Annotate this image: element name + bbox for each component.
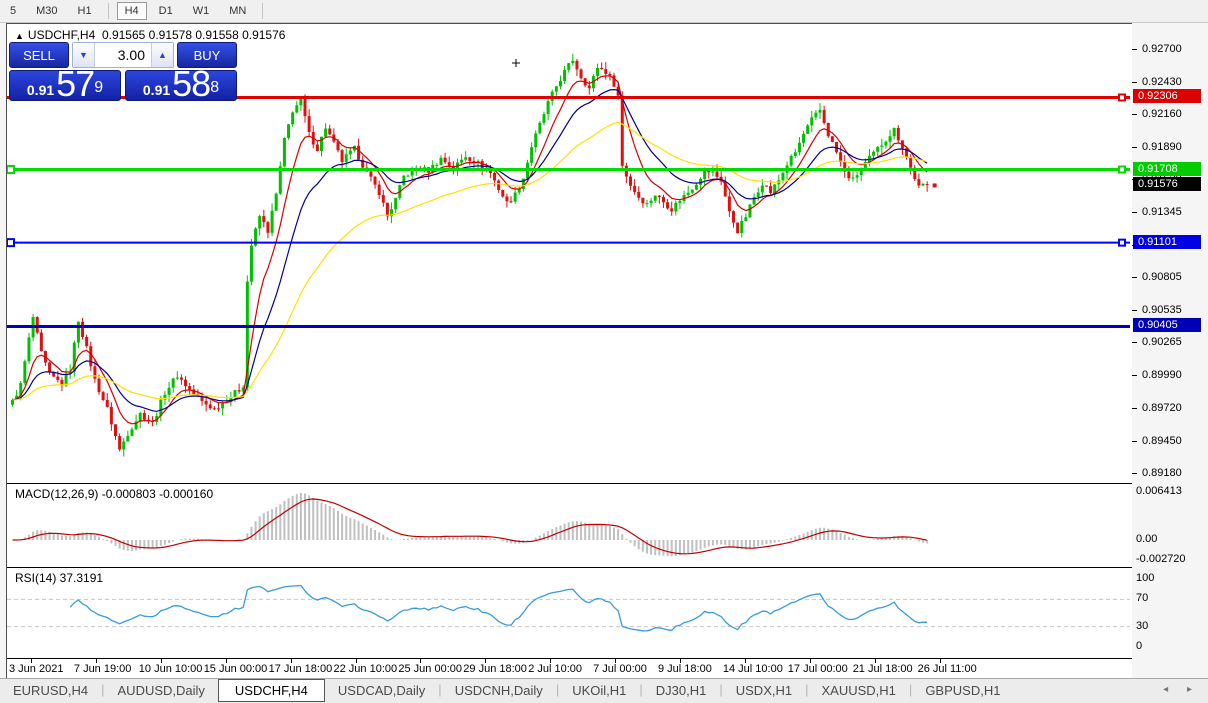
buy-price-prefix: 0.91 <box>143 81 170 99</box>
rsi-panel[interactable]: RSI(14) 37.3191 <box>7 568 1132 659</box>
symbol-label: USDCHF,H4 <box>28 28 95 42</box>
macd-axis-label: -0.002720 <box>1136 553 1186 565</box>
time-label: 7 Jun 19:00 <box>74 663 132 675</box>
volume-increase-icon[interactable]: ▲ <box>151 43 173 67</box>
price-tick-label: 0.92430 <box>1142 76 1182 88</box>
mt-terminal-window: 5M30 H1 H4D1W1MN ▲ USDCHF,H4 0.91565 0.9157… <box>0 0 1208 703</box>
tab-dj30-h1[interactable]: DJ30,H1 <box>643 680 720 701</box>
sell-price-big: 57 <box>56 69 94 99</box>
price-tick <box>1132 408 1137 409</box>
time-label: 15 Jun 00:00 <box>204 663 268 675</box>
price-tick-label: 0.89990 <box>1142 369 1182 381</box>
time-label: 17 Jun 18:00 <box>269 663 333 675</box>
price-tick-label: 0.90265 <box>1142 336 1182 348</box>
price-tick-label: 0.89720 <box>1142 402 1182 414</box>
sell-price-prefix: 0.91 <box>27 81 54 99</box>
buy-price-display[interactable]: 0.91 58 8 <box>125 70 237 101</box>
time-label: 14 Jul 10:00 <box>723 663 783 675</box>
macd-axis-label: 0.006413 <box>1136 485 1182 497</box>
rsi-axis-label: 30 <box>1136 620 1148 632</box>
price-tick <box>1132 114 1137 115</box>
chart-ohlc-header: ▲ USDCHF,H4 0.91565 0.91578 0.91558 0.915… <box>15 28 285 42</box>
time-label: 10 Jun 10:00 <box>139 663 203 675</box>
main-chart-panel[interactable]: ▲ USDCHF,H4 0.91565 0.91578 0.91558 0.915… <box>7 24 1132 484</box>
macd-label: MACD(12,26,9) -0.000803 -0.000160 <box>15 487 213 501</box>
tab-audusd-daily[interactable]: AUDUSD,Daily <box>105 680 218 701</box>
price-line-badge: 0.91576 <box>1133 177 1201 191</box>
rsi-label: RSI(14) 37.3191 <box>15 571 103 585</box>
price-tick-label: 0.90805 <box>1142 271 1182 283</box>
price-line-badge: 0.92306 <box>1133 89 1201 103</box>
volume-field[interactable]: 3.00 <box>95 43 151 67</box>
time-label: 21 Jul 18:00 <box>853 663 913 675</box>
rsi-axis-label: 0 <box>1136 640 1142 652</box>
time-label: 9 Jul 18:00 <box>658 663 712 675</box>
toolbar-separator <box>108 3 109 19</box>
rsi-axis-label: 100 <box>1136 572 1154 584</box>
sell-price-pip: 9 <box>94 71 103 105</box>
price-tick <box>1132 375 1137 376</box>
price-tick <box>1132 82 1137 83</box>
buy-price-big: 58 <box>172 69 210 99</box>
tab-eurusd-h4[interactable]: EURUSD,H4 <box>0 680 101 701</box>
price-tick-label: 0.92700 <box>1142 43 1182 55</box>
time-label: 25 Jun 00:00 <box>398 663 462 675</box>
timeframe-button-5[interactable]: 5 <box>2 2 24 20</box>
time-label: 22 Jun 10:00 <box>334 663 398 675</box>
ohlc-values: 0.91565 0.91578 0.91558 0.91576 <box>102 28 286 42</box>
tab-usdx-h1[interactable]: USDX,H1 <box>723 680 805 701</box>
time-axis[interactable]: 3 Jun 2021 7 Jun 19:00 10 Jun 10:0015 Jun … <box>7 659 1132 679</box>
price-tick-label: 0.90535 <box>1142 304 1182 316</box>
time-label: 26 Jul 11:00 <box>918 663 977 675</box>
sell-price-display[interactable]: 0.91 57 9 <box>9 70 121 101</box>
macd-panel[interactable]: MACD(12,26,9) -0.000803 -0.000160 <box>7 484 1132 568</box>
time-label: 17 Jul 00:00 <box>788 663 848 675</box>
price-tick <box>1132 441 1137 442</box>
tab-usdchf-h4[interactable]: USDCHF,H4 <box>218 679 325 702</box>
price-tick <box>1132 473 1137 474</box>
timeframe-button-h4[interactable]: H4 <box>117 2 147 20</box>
buy-price-pip: 8 <box>210 71 219 105</box>
timeframe-button-m30[interactable]: M30 <box>28 2 65 20</box>
collapse-panel-icon[interactable]: ▲ <box>15 31 24 41</box>
timeframe-toolbar: 5M30 H1 H4D1W1MN <box>0 0 1208 23</box>
tab-gbpusd-h1[interactable]: GBPUSD,H1 <box>912 680 1013 701</box>
price-line-badge: 0.91101 <box>1133 235 1201 249</box>
tab-scroll-arrows[interactable]: ◂ ▸ <box>1163 684 1200 695</box>
timeframe-button-d1[interactable]: D1 <box>151 2 181 20</box>
price-line-badge: 0.90405 <box>1133 318 1201 332</box>
toolbar-separator <box>262 3 263 19</box>
tab-xauusd-h1[interactable]: XAUUSD,H1 <box>809 680 909 701</box>
price-tick-label: 0.92160 <box>1142 108 1182 120</box>
price-tick <box>1132 277 1137 278</box>
timeframe-button-w1[interactable]: W1 <box>185 2 218 20</box>
rsi-axis-label: 70 <box>1136 592 1148 604</box>
tab-ukoil-h1[interactable]: UKOil,H1 <box>559 680 639 701</box>
time-label: 29 Jun 18:00 <box>463 663 527 675</box>
timeframe-button-h1[interactable]: H1 <box>70 2 100 20</box>
price-tick-label: 0.91345 <box>1142 206 1182 218</box>
price-tick-label: 0.89450 <box>1142 435 1182 447</box>
time-label: 3 Jun 2021 <box>9 663 63 675</box>
time-label: 7 Jul 00:00 <box>593 663 647 675</box>
price-tick <box>1132 310 1137 311</box>
price-tick-label: 0.89180 <box>1142 467 1182 479</box>
chart-tab-bar: EURUSD,H4|AUDUSD,DailyUSDCHF,H4USDCAD,Da… <box>0 678 1208 703</box>
one-click-trade-panel: SELL ▼ 3.00 ▲ BUY 0.91 57 9 0.91 <box>9 42 237 101</box>
chart-window: ▲ USDCHF,H4 0.91565 0.91578 0.91558 0.915… <box>6 23 1133 680</box>
price-tick <box>1132 147 1137 148</box>
tab-usdcnh-daily[interactable]: USDCNH,Daily <box>442 680 556 701</box>
price-tick-label: 0.91890 <box>1142 141 1182 153</box>
price-line-badge: 0.91708 <box>1133 162 1201 176</box>
timeframe-button-mn[interactable]: MN <box>221 2 254 20</box>
macd-axis-label: 0.00 <box>1136 533 1157 545</box>
price-tick <box>1132 49 1137 50</box>
rsi-chart <box>7 568 1130 658</box>
time-label: 2 Jul 10:00 <box>528 663 582 675</box>
price-axis[interactable]: 0.927000.924300.921600.918900.916200.913… <box>1132 23 1208 680</box>
tab-usdcad-daily[interactable]: USDCAD,Daily <box>325 680 438 701</box>
price-tick <box>1132 342 1137 343</box>
price-tick <box>1132 212 1137 213</box>
